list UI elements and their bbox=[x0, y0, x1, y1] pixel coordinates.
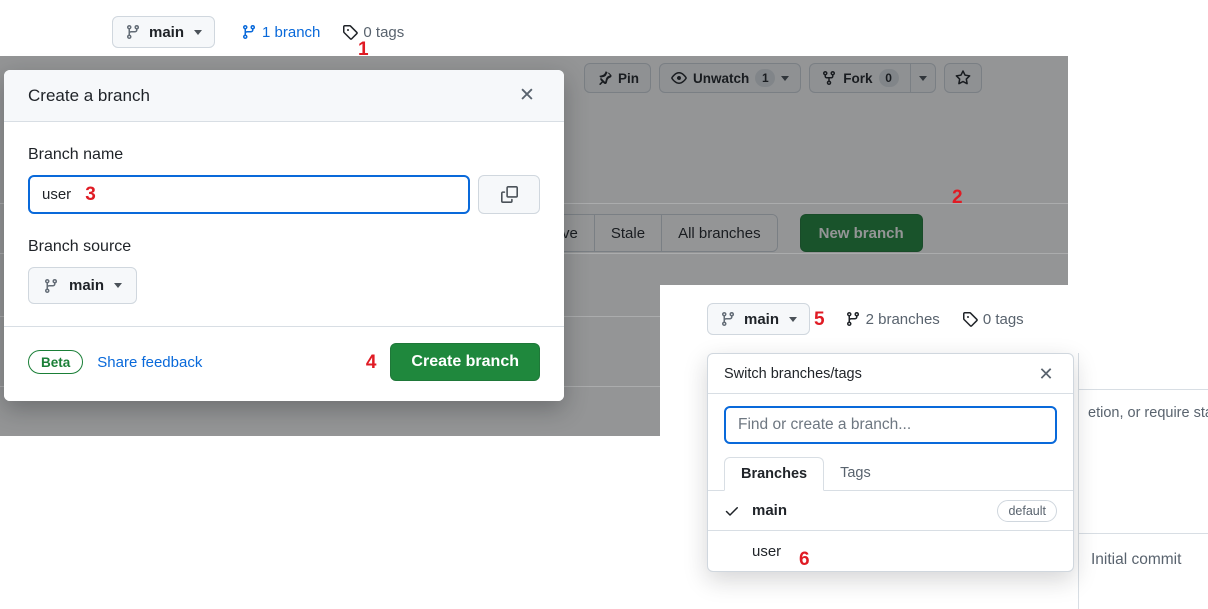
footer-right-group: 4 Create branch bbox=[366, 343, 540, 381]
branch-selector-button[interactable]: main bbox=[112, 16, 216, 48]
branch-summary-bar: main 1 1 branch 0 tags bbox=[112, 16, 404, 59]
branch-summary-bar-after: main 5 2 branches 0 tags bbox=[707, 303, 1024, 335]
branch-item-name: main bbox=[752, 502, 788, 519]
tag-count-link[interactable]: 0 tags bbox=[342, 24, 404, 41]
side-panel-text: etion, or require sta bbox=[1088, 405, 1208, 421]
tag-icon bbox=[962, 311, 978, 327]
dialog-header: Create a branch ✕ bbox=[4, 70, 564, 122]
tab-branches[interactable]: Branches bbox=[724, 457, 825, 491]
close-icon[interactable]: ✕ bbox=[1035, 363, 1057, 385]
commit-area: Initial commit bbox=[1079, 534, 1208, 609]
step-marker-2: 2 bbox=[952, 187, 963, 208]
git-branch-icon bbox=[845, 311, 861, 327]
dialog-footer: Beta Share feedback 4 Create branch bbox=[4, 326, 564, 401]
branch-search-input[interactable] bbox=[724, 406, 1057, 444]
step-marker-5: 5 bbox=[814, 308, 825, 330]
tag-count-link-after[interactable]: 0 tags bbox=[962, 311, 1024, 328]
branch-source-label: Branch source bbox=[28, 238, 132, 255]
chevron-down-icon bbox=[194, 29, 203, 35]
tag-icon bbox=[342, 24, 359, 40]
branch-count-link[interactable]: 1 branch bbox=[241, 24, 320, 41]
branch-name-label: Branch name bbox=[28, 146, 124, 163]
commit-message: Initial commit bbox=[1091, 551, 1182, 568]
copy-icon bbox=[500, 186, 518, 203]
branch-source-selector[interactable]: main bbox=[28, 267, 138, 304]
branch-selector-button-after[interactable]: main bbox=[707, 303, 811, 335]
check-icon bbox=[724, 503, 752, 519]
default-badge: default bbox=[997, 499, 1057, 522]
chevron-down-icon bbox=[114, 283, 123, 288]
branch-selector-label-after: main bbox=[744, 310, 780, 328]
git-branch-icon bbox=[720, 311, 736, 327]
switch-branches-popover: Switch branches/tags ✕ Branches Tags mai… bbox=[707, 353, 1074, 572]
popover-title: Switch branches/tags bbox=[724, 365, 862, 382]
branch-item-name: user bbox=[752, 542, 782, 560]
branch-name-field-row: user 3 bbox=[28, 175, 540, 214]
popover-search-wrap bbox=[708, 394, 1073, 456]
branch-source-value: main bbox=[69, 277, 105, 294]
branch-name-value: user bbox=[42, 186, 72, 203]
dialog-title: Create a branch bbox=[28, 85, 150, 105]
branch-selector-label: main bbox=[149, 23, 185, 41]
branch-count-link-after[interactable]: 2 branches bbox=[845, 311, 940, 328]
create-branch-button[interactable]: Create branch bbox=[390, 343, 540, 381]
git-branch-icon bbox=[125, 24, 141, 40]
branch-count-label-after: 2 branches bbox=[865, 310, 940, 328]
git-branch-icon bbox=[43, 278, 59, 294]
chevron-down-icon bbox=[789, 316, 798, 322]
footer-left-group: Beta Share feedback bbox=[28, 350, 202, 374]
dialog-body: Branch name user 3 Branch source main bbox=[4, 122, 564, 326]
git-branch-icon bbox=[241, 24, 257, 40]
bottom-screenshot-branch-switcher: main 5 2 branches 0 tags etion, or requi… bbox=[660, 285, 1208, 609]
tag-count-label: 0 tags bbox=[363, 23, 405, 41]
beta-badge: Beta bbox=[28, 350, 84, 374]
close-icon[interactable]: ✕ bbox=[514, 83, 540, 109]
step-marker-3: 3 bbox=[85, 184, 96, 205]
step-marker-6: 6 bbox=[799, 549, 810, 570]
tag-count-label-after: 0 tags bbox=[982, 310, 1024, 328]
branch-count-label: 1 branch bbox=[262, 23, 321, 41]
step-marker-4: 4 bbox=[365, 351, 377, 373]
popover-tabs: Branches Tags bbox=[708, 456, 1073, 491]
branch-name-input[interactable]: user 3 bbox=[28, 175, 470, 214]
tab-tags[interactable]: Tags bbox=[824, 456, 887, 490]
list-item[interactable]: user bbox=[708, 531, 1073, 571]
create-branch-dialog: Create a branch ✕ Branch name user 3 Bra… bbox=[4, 70, 564, 401]
share-feedback-link[interactable]: Share feedback bbox=[97, 354, 202, 371]
list-item[interactable]: main default bbox=[708, 491, 1073, 531]
copy-branch-name-button[interactable] bbox=[478, 175, 540, 214]
divider bbox=[1078, 389, 1208, 390]
popover-header: Switch branches/tags ✕ bbox=[708, 354, 1073, 394]
